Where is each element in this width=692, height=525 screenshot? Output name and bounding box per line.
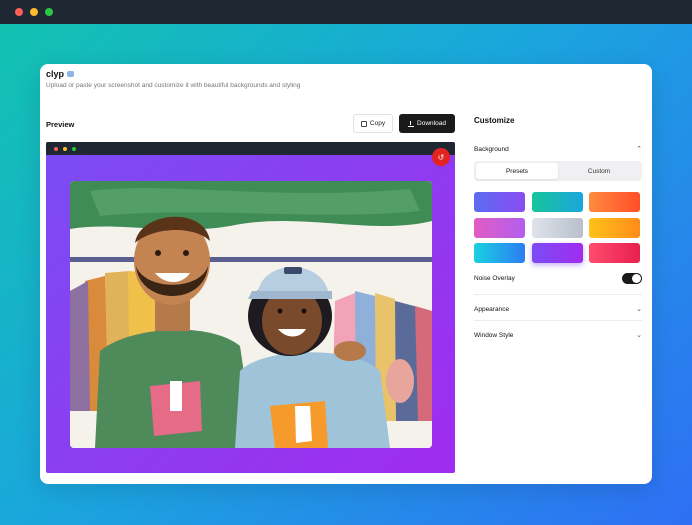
preset-swatch-violet-selected[interactable]	[531, 243, 583, 263]
background-tabs: Presets Custom	[474, 161, 642, 181]
customize-heading: Customize	[474, 116, 515, 125]
copy-button-label: Copy	[369, 120, 386, 127]
window-style-section-header[interactable]: Window Style ⌄	[474, 331, 642, 340]
background-section-label: Background	[474, 145, 509, 153]
background-section-header[interactable]: Background ⌃	[474, 145, 642, 154]
chat-icon	[67, 71, 75, 77]
download-icon	[408, 120, 415, 127]
noise-overlay-toggle[interactable]	[622, 273, 642, 284]
preset-swatch-cyan-blue[interactable]	[474, 243, 525, 263]
divider	[474, 320, 642, 321]
screenshot-image	[70, 181, 432, 448]
os-titlebar	[0, 0, 692, 24]
appearance-section-label: Appearance	[474, 305, 510, 313]
app-subtitle: Upload or paste your screenshot and cust…	[46, 82, 301, 89]
minimize-window-button[interactable]	[30, 8, 38, 16]
appearance-section-header[interactable]: Appearance ⌄	[474, 305, 642, 314]
preview-heading: Preview	[46, 120, 75, 129]
preview-canvas: ↺	[46, 142, 455, 473]
copy-icon	[360, 120, 367, 127]
app-card: clyp Upload or paste your screenshot and…	[40, 64, 652, 484]
toggle-knob	[632, 274, 641, 283]
window-style-section-label: Window Style	[474, 331, 514, 339]
download-button[interactable]: Download	[399, 114, 455, 133]
tab-presets[interactable]: Presets	[476, 163, 558, 179]
preset-swatch-pink-purple[interactable]	[474, 217, 525, 238]
painted-portrait-image	[70, 181, 432, 448]
copy-button[interactable]: Copy	[353, 114, 393, 133]
maximize-window-button[interactable]	[45, 8, 53, 16]
preset-swatch-green-cyan[interactable]	[531, 192, 583, 212]
preset-swatch-red-pink[interactable]	[589, 243, 640, 263]
download-button-label: Download	[417, 120, 446, 127]
mock-minimize-dot	[63, 147, 67, 151]
preset-swatch-indigo-violet[interactable]	[474, 192, 525, 212]
mock-close-dot	[54, 147, 58, 151]
app-header: clyp	[46, 69, 75, 79]
close-window-button[interactable]	[15, 8, 23, 16]
app-title: clyp	[46, 69, 65, 79]
preset-swatch-yellow-orange[interactable]	[589, 217, 640, 238]
chevron-down-icon: ⌄	[636, 306, 642, 313]
reset-icon[interactable]: ↺	[432, 148, 450, 166]
chevron-up-icon: ⌃	[636, 146, 642, 153]
preset-swatch-silver[interactable]	[531, 217, 583, 238]
chevron-down-icon: ⌄	[636, 332, 642, 339]
noise-overlay-label: Noise Overlay	[474, 275, 515, 282]
mock-window-bar	[46, 142, 455, 155]
tab-custom[interactable]: Custom	[558, 163, 640, 179]
preset-swatch-orange-red[interactable]	[589, 192, 640, 212]
mock-maximize-dot	[72, 147, 76, 151]
divider	[474, 294, 642, 295]
